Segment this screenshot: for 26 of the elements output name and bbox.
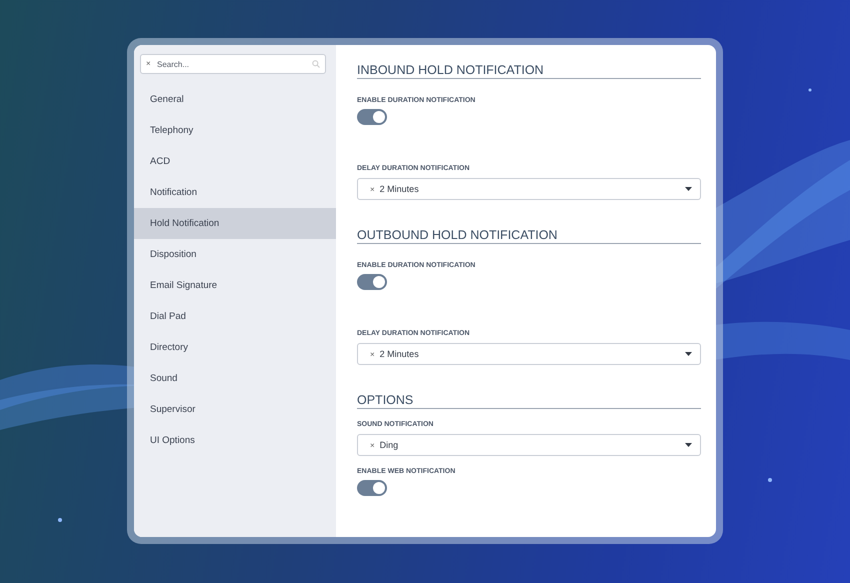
sidebar-item[interactable]: Directory [134, 332, 336, 363]
sidebar-item[interactable]: Hold Notification [134, 208, 336, 239]
sidebar-item[interactable]: Dial Pad [134, 301, 336, 332]
toggle-switch[interactable] [357, 480, 387, 496]
sidebar-item[interactable]: Notification [134, 177, 336, 208]
sidebar-item[interactable]: Supervisor [134, 394, 336, 425]
section-heading: OUTBOUND HOLD NOTIFICATION [357, 228, 701, 244]
toggle-switch[interactable] [357, 109, 387, 125]
sidebar-item[interactable]: ACD [134, 146, 336, 177]
search-icon [312, 60, 320, 68]
sidebar-item[interactable]: UI Options [134, 425, 336, 456]
dropdown-field[interactable]: × Ding [357, 434, 701, 456]
sidebar-item[interactable]: Sound [134, 363, 336, 394]
section-heading: INBOUND HOLD NOTIFICATION [357, 63, 701, 79]
toggle-switch[interactable] [357, 274, 387, 290]
section-heading: OPTIONS [357, 393, 701, 409]
dropdown-field[interactable]: × 2 Minutes [357, 343, 701, 365]
dropdown-field[interactable]: × 2 Minutes [357, 178, 701, 200]
caret-icon [685, 187, 692, 191]
sidebar-item[interactable]: Email Signature [134, 270, 336, 301]
caret-icon [685, 443, 692, 447]
sidebar-item[interactable]: General [134, 84, 336, 115]
clear-button[interactable]: × [146, 59, 151, 69]
sidebar-item[interactable]: Telephony [134, 115, 336, 146]
sidebar-item[interactable]: Disposition [134, 239, 336, 270]
caret-icon [685, 352, 692, 356]
